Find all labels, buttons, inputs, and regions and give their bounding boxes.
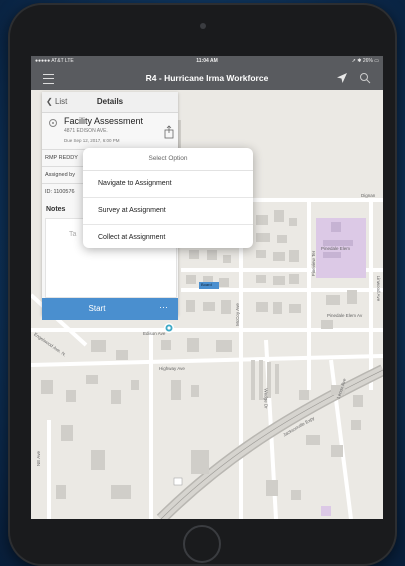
assignment-type-icon [49, 119, 57, 127]
survey-at-assignment-option[interactable]: Survey at Assignment [83, 198, 253, 225]
assignment-due: Due Sep 12, 2017, 6:00 PM [64, 138, 120, 143]
details-header: ❮ List Details [42, 92, 178, 113]
select-option-popover: Select Option Navigate to Assignment Sur… [83, 148, 253, 248]
popover-title: Select Option [83, 148, 253, 171]
battery-percent: 26% [362, 58, 373, 64]
clock-label: 11:04 AM [196, 58, 218, 64]
search-icon[interactable] [359, 72, 371, 84]
map-label-wedge: Wedge Dr [263, 388, 269, 409]
nav-bar: R4 - Hurricane Irma Workforce [31, 66, 383, 90]
page-title: R4 - Hurricane Irma Workforce [145, 73, 269, 83]
more-options-button[interactable]: ··· [159, 298, 168, 316]
notes-label: Notes [46, 206, 66, 213]
map-label-ne: NE Ave [35, 451, 41, 466]
map-label-pinedale-ave: Pinedale Elem Av [327, 313, 363, 318]
location-arrow-icon[interactable] [336, 72, 348, 84]
collect-at-assignment-option[interactable]: Collect at Assignment [83, 225, 253, 248]
map-label-pineview: Pineview Ter [311, 250, 317, 277]
details-title: Details [96, 97, 124, 106]
start-button[interactable]: Start [42, 298, 152, 320]
home-button[interactable] [183, 525, 221, 563]
notes-placeholder: Ta [69, 231, 77, 238]
status-bar: ●●●●● AT&T LTE 11:04 AM ➚ ✱ 26% ▭ [31, 56, 383, 66]
map-highlight-label: Board [201, 282, 212, 287]
map-label-dignan: Dignan [361, 193, 376, 198]
app-screen: Edison Ave Highway Ave Engelwood Ave. N.… [31, 56, 383, 519]
map-label-pinedale: Pinedale Elem [321, 246, 351, 251]
battery-label: ➚ ✱ 26% ▭ [351, 58, 379, 64]
map-label-mccoy: McCoy Ave [234, 303, 240, 326]
camera [200, 23, 206, 29]
assignment-title: Facility Assessment [64, 116, 144, 126]
start-bar: Start ··· [42, 298, 178, 320]
map-label-highway: Highway Ave [159, 366, 185, 371]
map-label-linwood: Linwood Ave [376, 275, 382, 302]
map-label-edison: Edison Ave [143, 331, 166, 336]
navigate-to-assignment-option[interactable]: Navigate to Assignment [83, 171, 253, 198]
share-icon[interactable] [164, 125, 174, 139]
assignment-address: 4871 EDISON AVE. [64, 128, 108, 134]
